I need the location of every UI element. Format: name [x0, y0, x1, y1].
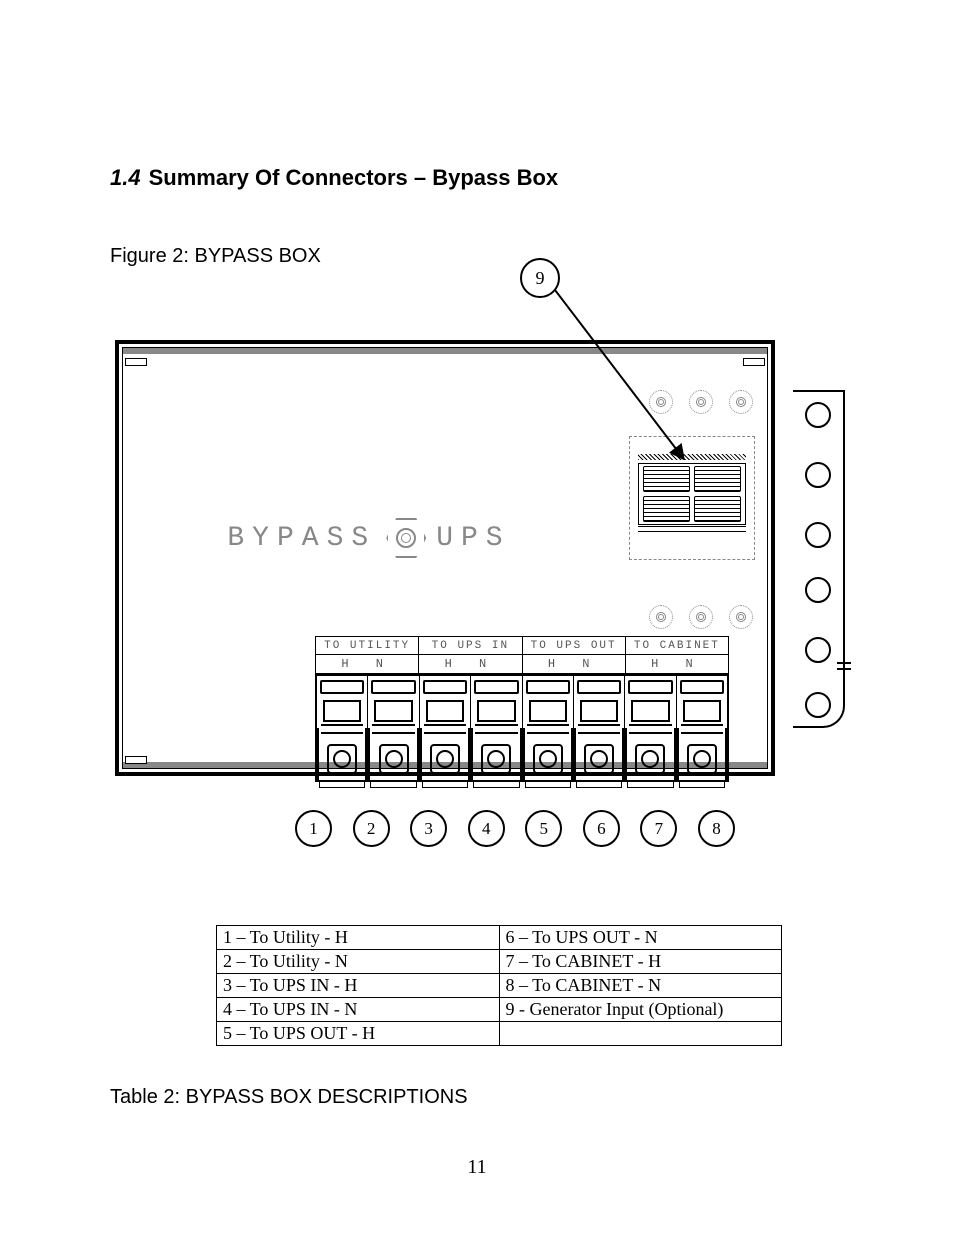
table-row: 3 – To UPS IN - H 8 – To CABINET - N [217, 974, 782, 998]
table-row: 4 – To UPS IN - N 9 - Generator Input (O… [217, 998, 782, 1022]
callout-row: 1 2 3 4 5 6 7 8 [295, 810, 735, 847]
key-cell: 5 – To UPS OUT - H [217, 1022, 500, 1046]
table-row: 2 – To Utility - N 7 – To CABINET - H [217, 950, 782, 974]
section-number: 1.4 [110, 165, 141, 191]
key-cell: 1 – To Utility - H [217, 926, 500, 950]
bypass-label: BYPASS [227, 523, 376, 554]
callout-1-bubble: 1 [295, 810, 332, 847]
legend-ups-in: TO UPS IN [419, 637, 522, 655]
callout-5-bubble: 5 [525, 810, 562, 847]
callout-3-bubble: 3 [410, 810, 447, 847]
terminal-4 [470, 676, 521, 782]
terminal-legend: TO UTILITY TO UPS IN TO UPS OUT TO CABIN… [315, 636, 729, 674]
callout-8-bubble: 8 [698, 810, 735, 847]
legend-cabinet: TO CABINET [626, 637, 728, 655]
outer-panel: BYPASS UPS TO [115, 340, 775, 776]
connector-key-table: 1 – To Utility - H 6 – To UPS OUT - N 2 … [216, 925, 782, 1046]
terminal-1 [315, 676, 367, 782]
key-cell: 2 – To Utility - N [217, 950, 500, 974]
key-cell: 4 – To UPS IN - N [217, 998, 500, 1022]
ups-label: UPS [436, 523, 510, 554]
generator-input-panel [629, 436, 755, 560]
section-heading: 1.4 Summary Of Connectors – Bypass Box [110, 165, 844, 191]
terminal-6 [573, 676, 624, 782]
table-row: 1 – To Utility - H 6 – To UPS OUT - N [217, 926, 782, 950]
legend-ups-out: TO UPS OUT [523, 637, 626, 655]
callout-2-bubble: 2 [353, 810, 390, 847]
figure-caption: Figure 2: BYPASS BOX [110, 245, 321, 268]
callout-9-bubble: 9 [520, 258, 560, 298]
callout-6-bubble: 6 [583, 810, 620, 847]
screw-holes-top [649, 390, 753, 414]
callout-4-bubble: 4 [468, 810, 505, 847]
terminal-2 [367, 676, 418, 782]
terminal-3 [419, 676, 470, 782]
callout-7-bubble: 7 [640, 810, 677, 847]
side-flange [793, 390, 845, 728]
selector-knob-icon [386, 518, 426, 558]
table-row: 5 – To UPS OUT - H [217, 1022, 782, 1046]
terminal-5 [522, 676, 573, 782]
terminal-7 [624, 676, 675, 782]
page-number: 11 [0, 1156, 954, 1179]
key-cell: 9 - Generator Input (Optional) [499, 998, 782, 1022]
screw-holes-mid [649, 605, 753, 629]
document-page: 1.4 Summary Of Connectors – Bypass Box F… [0, 0, 954, 1235]
bypass-box-diagram: BYPASS UPS TO [115, 320, 845, 780]
key-cell: 8 – To CABINET - N [499, 974, 782, 998]
terminal-8 [676, 676, 729, 782]
key-cell [499, 1022, 782, 1046]
key-cell: 7 – To CABINET - H [499, 950, 782, 974]
key-cell: 3 – To UPS IN - H [217, 974, 500, 998]
table-caption: Table 2: BYPASS BOX DESCRIPTIONS [110, 1086, 468, 1109]
key-cell: 6 – To UPS OUT - N [499, 926, 782, 950]
selector-label: BYPASS UPS [119, 518, 619, 558]
terminal-block [315, 674, 729, 782]
legend-utility: TO UTILITY [316, 637, 419, 655]
section-title: Summary Of Connectors – Bypass Box [149, 165, 559, 191]
